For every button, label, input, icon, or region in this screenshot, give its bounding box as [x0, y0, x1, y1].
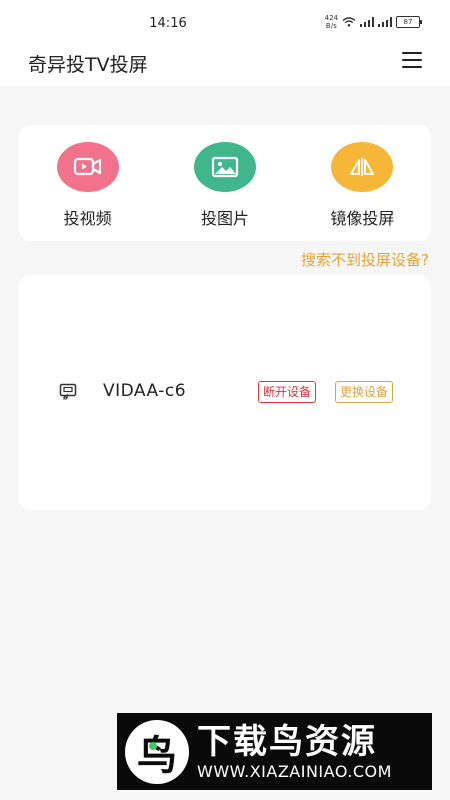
device-name: VIDAA-c6 — [103, 381, 187, 401]
watermark-bird-logo: 鸟 — [125, 719, 189, 784]
status-icons: 424 B/s 87 — [325, 14, 422, 30]
wifi-icon — [342, 17, 356, 27]
cast-video-label: 投视频 — [63, 209, 112, 228]
image-icon — [193, 142, 256, 192]
video-icon — [56, 142, 119, 192]
signal-icon — [360, 17, 374, 27]
disconnect-device-button[interactable]: 断开设备 — [258, 381, 317, 403]
status-time: 14:16 — [149, 16, 187, 31]
cast-video-button[interactable]: 投视频 — [19, 125, 156, 241]
net-speed-unit: B/s — [325, 22, 337, 30]
hamburger-menu-icon[interactable] — [402, 52, 422, 68]
device-not-found-link[interactable]: 搜索不到投屏设备? — [301, 249, 429, 270]
status-bar: 14:16 424 B/s 87 — [0, 0, 450, 44]
cast-image-label: 投图片 — [200, 209, 249, 228]
watermark-banner: 鸟 下载鸟资源 WWW.XIAZAINIAO.COM — [117, 713, 432, 790]
app-bar: 奇异投TV投屏 — [0, 44, 450, 86]
net-speed: 424 B/s — [325, 14, 338, 30]
watermark-url: WWW.XIAZAINIAO.COM — [197, 762, 392, 781]
screen-mirror-label: 镜像投屏 — [330, 209, 395, 228]
cast-actions-card: 投视频 投图片 镜像投屏 — [19, 125, 431, 241]
device-card: VIDAA-c6 断开设备 更换设备 — [19, 275, 431, 510]
screen-mirror-button[interactable]: 镜像投屏 — [294, 125, 431, 241]
watermark-title: 下载鸟资源 — [197, 722, 377, 762]
tv-cast-icon — [59, 383, 77, 400]
mirror-icon — [331, 142, 394, 192]
cast-image-button[interactable]: 投图片 — [156, 125, 293, 241]
signal-icon-2 — [378, 17, 392, 27]
change-device-button[interactable]: 更换设备 — [335, 381, 394, 403]
page-title: 奇异投TV投屏 — [28, 54, 148, 76]
net-speed-value: 424 — [324, 14, 338, 22]
battery-icon: 87 — [396, 16, 422, 28]
